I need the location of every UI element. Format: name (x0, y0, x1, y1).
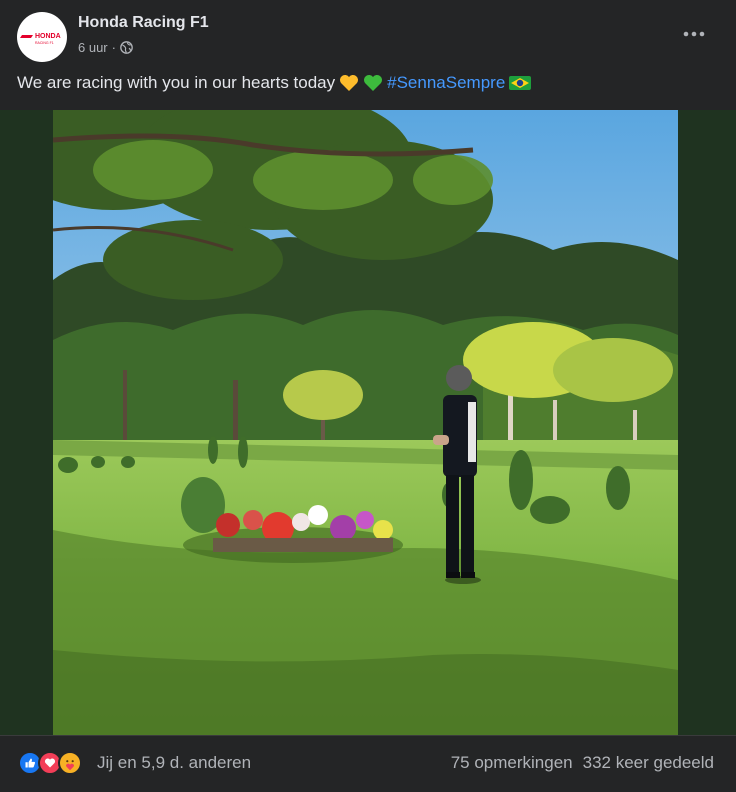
comments-count[interactable]: 75 opmerkingen (451, 753, 573, 773)
post-time[interactable]: 6 uur (78, 40, 108, 55)
cemetery-memorial-photo (53, 110, 678, 735)
care-icon (58, 751, 82, 775)
post-text: We are racing with you in our hearts tod… (17, 73, 532, 93)
reaction-icons[interactable] (18, 750, 82, 776)
more-options-button[interactable] (676, 20, 712, 48)
more-icon (683, 31, 705, 37)
brazil-flag-icon (509, 76, 532, 90)
engagement-counts: 75 opmerkingen 332 keer gedeeld (451, 753, 714, 773)
svg-text:RACING F1: RACING F1 (35, 41, 54, 45)
page-name[interactable]: Honda Racing F1 (78, 14, 209, 32)
post-meta: 6 uur · (78, 40, 133, 55)
avatar[interactable]: HONDA RACING F1 (17, 12, 67, 62)
facebook-post: HONDA RACING F1 Honda Racing F1 6 uur · … (0, 0, 736, 792)
post-photo[interactable] (53, 110, 678, 735)
green-heart-icon (364, 75, 383, 91)
svg-text:HONDA: HONDA (35, 33, 61, 40)
post-message: We are racing with you in our hearts tod… (17, 73, 336, 92)
shares-count[interactable]: 332 keer gedeeld (583, 753, 714, 773)
honda-racing-logo: HONDA RACING F1 (20, 33, 61, 45)
post-header: HONDA RACING F1 Honda Racing F1 6 uur · (0, 0, 736, 68)
meta-separator: · (111, 40, 116, 55)
post-media[interactable] (0, 110, 736, 735)
globe-icon (120, 41, 133, 54)
post-footer: Jij en 5,9 d. anderen 75 opmerkingen 332… (0, 735, 736, 792)
hashtag-link[interactable]: #SennaSempre (387, 73, 505, 93)
reactions-summary[interactable]: Jij en 5,9 d. anderen (97, 753, 251, 773)
yellow-heart-icon (340, 75, 359, 91)
